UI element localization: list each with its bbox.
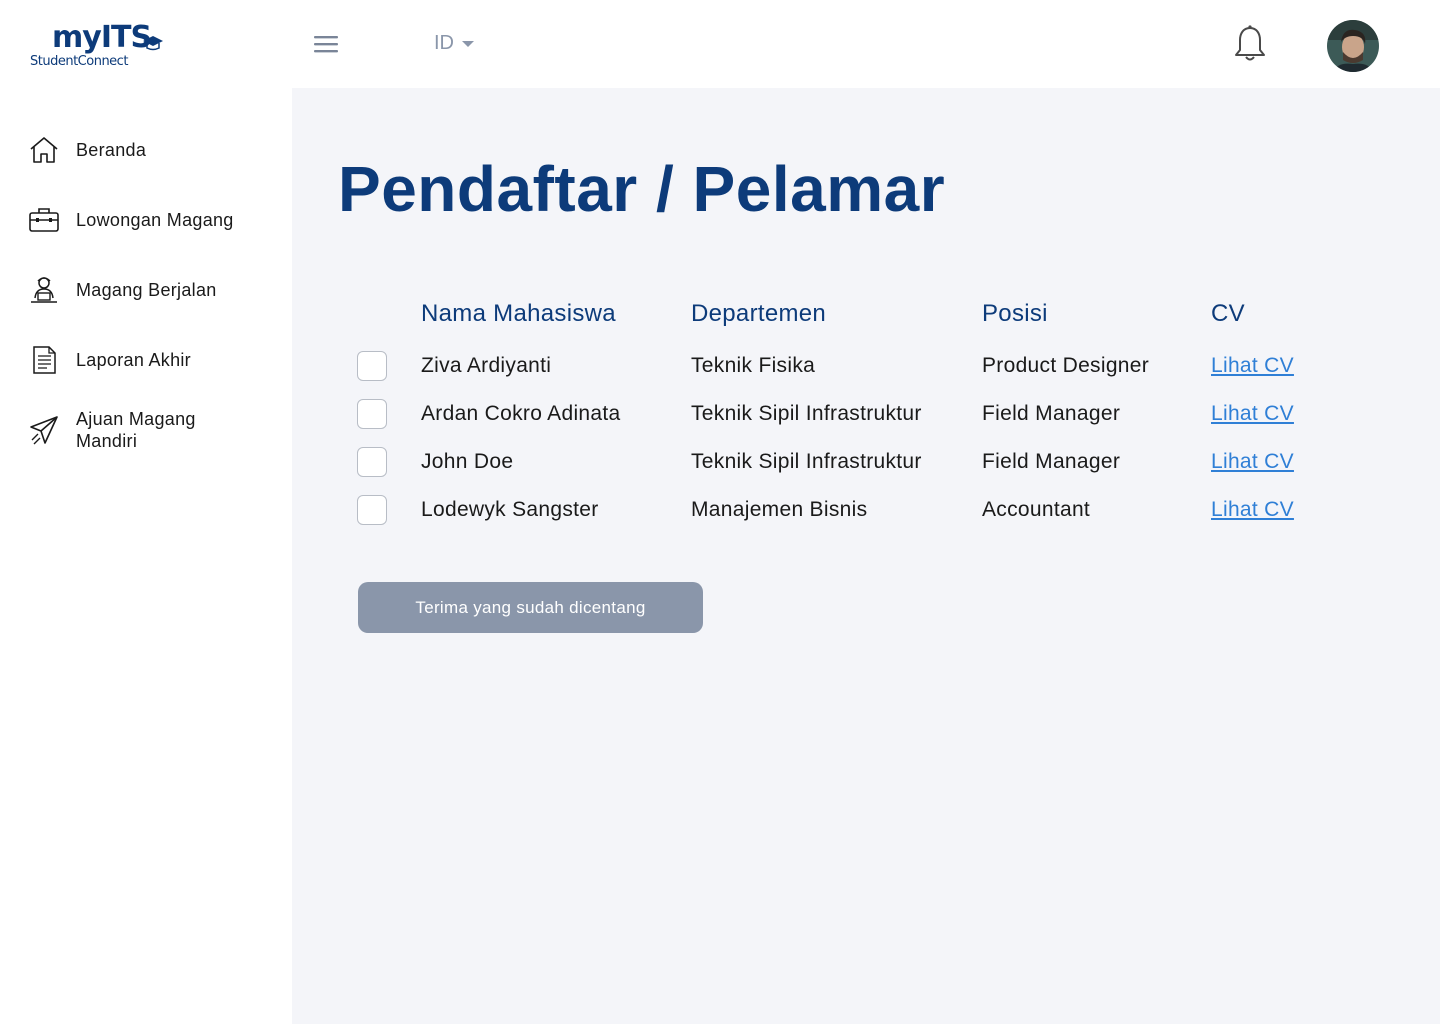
view-cv-link[interactable]: Lihat CV bbox=[1211, 450, 1294, 474]
view-cv-link[interactable]: Lihat CV bbox=[1211, 354, 1294, 378]
worker-laptop-icon bbox=[28, 274, 60, 306]
user-avatar[interactable] bbox=[1327, 20, 1379, 72]
sidebar-item-label: Laporan Akhir bbox=[76, 350, 191, 370]
myits-logo[interactable]: myITS StudentConnect bbox=[30, 20, 170, 72]
sidebar-item-lowongan-magang[interactable]: Lowongan Magang bbox=[28, 204, 278, 236]
language-label: ID bbox=[434, 32, 454, 54]
notification-button[interactable] bbox=[1232, 24, 1268, 64]
cell-name: Ardan Cokro Adinata bbox=[421, 402, 621, 425]
view-cv-link[interactable]: Lihat CV bbox=[1211, 498, 1294, 522]
column-header-cv: CV bbox=[1211, 300, 1245, 327]
view-cv-link[interactable]: Lihat CV bbox=[1211, 402, 1294, 426]
cell-department: Manajemen Bisnis bbox=[691, 498, 868, 521]
cell-department: Teknik Fisika bbox=[691, 354, 816, 377]
cell-name: Lodewyk Sangster bbox=[421, 498, 599, 521]
table-row: Ziva Ardiyanti Teknik Fisika Product Des… bbox=[292, 351, 1440, 399]
column-header-posisi: Posisi bbox=[982, 300, 1048, 327]
avatar-photo-icon bbox=[1327, 20, 1379, 72]
accept-selected-button[interactable]: Terima yang sudah dicentang bbox=[358, 582, 703, 633]
cell-name: John Doe bbox=[421, 450, 514, 473]
sidebar-item-label: Lowongan Magang bbox=[76, 210, 234, 230]
table-row: John Doe Teknik Sipil Infrastruktur Fiel… bbox=[292, 447, 1440, 495]
sidebar-item-label: Magang Berjalan bbox=[76, 280, 217, 300]
sidebar: Beranda Lowongan Magang Magang Berjalan … bbox=[0, 88, 292, 1024]
cell-position: Product Designer bbox=[982, 354, 1150, 377]
sidebar-item-label: Beranda bbox=[76, 140, 147, 160]
cell-position: Accountant bbox=[982, 498, 1091, 521]
table-row: Ardan Cokro Adinata Teknik Sipil Infrast… bbox=[292, 399, 1440, 447]
logo-brand: myITS bbox=[52, 20, 152, 55]
row-checkbox[interactable] bbox=[357, 495, 387, 525]
bell-icon bbox=[1235, 25, 1265, 61]
caret-down-icon bbox=[462, 40, 474, 47]
cell-department: Teknik Sipil Infrastruktur bbox=[691, 450, 922, 473]
home-icon bbox=[28, 134, 60, 166]
cell-department: Teknik Sipil Infrastruktur bbox=[691, 402, 922, 425]
sidebar-item-ajuan-magang-mandiri[interactable]: Ajuan Magang Mandiri bbox=[28, 408, 278, 452]
main-content: Pendaftar / Pelamar Nama Mahasiswa Depar… bbox=[292, 88, 1440, 1024]
briefcase-icon bbox=[28, 204, 60, 236]
column-header-nama: Nama Mahasiswa bbox=[421, 300, 616, 327]
row-checkbox[interactable] bbox=[357, 351, 387, 381]
row-checkbox[interactable] bbox=[357, 447, 387, 477]
top-bar: myITS StudentConnect ID bbox=[0, 0, 1440, 88]
table-row: Lodewyk Sangster Manajemen Bisnis Accoun… bbox=[292, 495, 1440, 543]
sidebar-item-laporan-akhir[interactable]: Laporan Akhir bbox=[28, 344, 278, 376]
sidebar-item-beranda[interactable]: Beranda bbox=[28, 134, 278, 166]
column-header-departemen: Departemen bbox=[691, 300, 827, 327]
cell-position: Field Manager bbox=[982, 402, 1121, 425]
language-selector[interactable]: ID bbox=[434, 32, 474, 55]
page-title: Pendaftar / Pelamar bbox=[338, 153, 946, 225]
document-icon bbox=[28, 344, 60, 376]
hamburger-menu-button[interactable] bbox=[312, 32, 340, 56]
row-checkbox[interactable] bbox=[357, 399, 387, 429]
graduation-cap-icon bbox=[143, 36, 163, 51]
cell-name: Ziva Ardiyanti bbox=[421, 354, 552, 377]
hamburger-icon bbox=[314, 36, 338, 53]
paper-plane-icon bbox=[28, 414, 60, 446]
sidebar-item-magang-berjalan[interactable]: Magang Berjalan bbox=[28, 274, 278, 306]
logo-subtitle: StudentConnect bbox=[30, 54, 128, 69]
cell-position: Field Manager bbox=[982, 450, 1121, 473]
sidebar-item-label: Ajuan Magang Mandiri bbox=[76, 409, 196, 451]
